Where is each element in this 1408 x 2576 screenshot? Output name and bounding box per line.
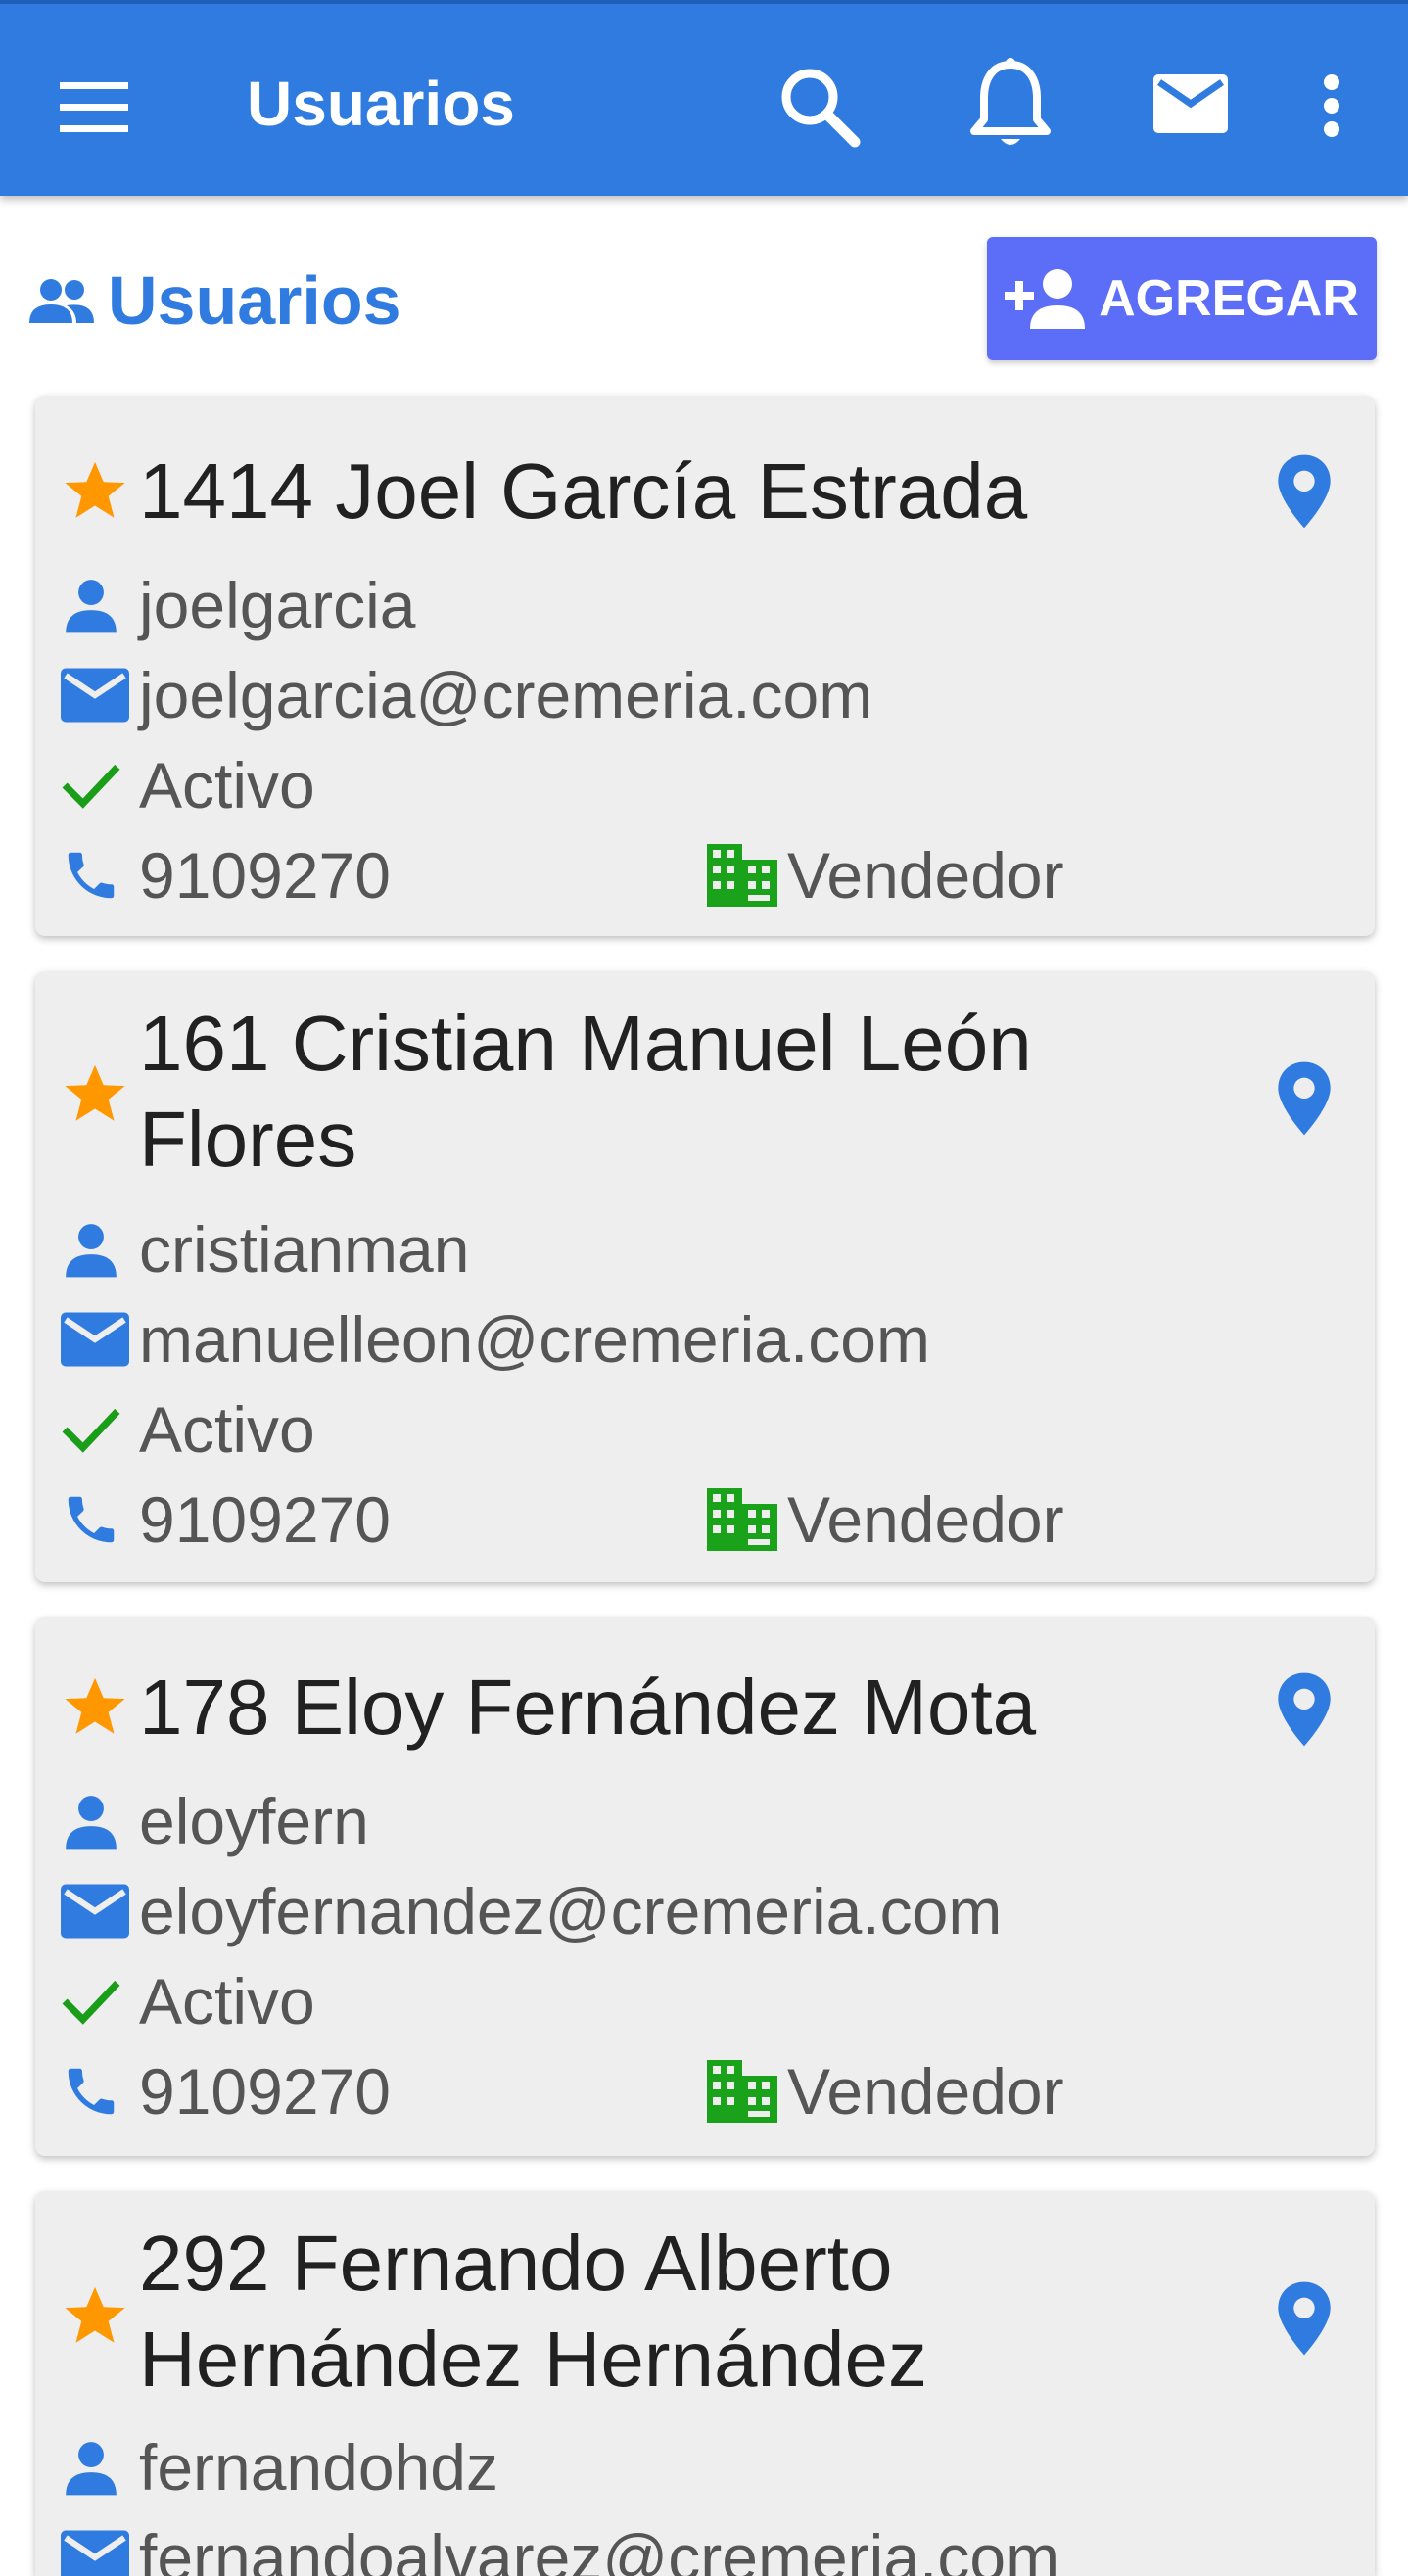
role-row: Vendedor — [707, 1475, 1064, 1565]
people-icon — [29, 266, 98, 335]
menu-icon[interactable] — [55, 69, 133, 147]
phone-row: 9109270 — [61, 830, 391, 920]
username: joelgarcia — [139, 569, 416, 641]
email: eloyfernandez@cremeria.com — [139, 1875, 1003, 1947]
location-pin-icon[interactable] — [1273, 1670, 1336, 1749]
status: Activo — [139, 1393, 315, 1466]
status: Activo — [139, 749, 315, 821]
appbar-title: Usuarios — [247, 69, 515, 139]
phone-row: 9109270 — [61, 1475, 391, 1565]
email: joelgarcia@cremeria.com — [139, 659, 873, 731]
location-pin-icon[interactable] — [1273, 1059, 1336, 1138]
person-icon — [61, 2428, 139, 2506]
person-icon — [61, 1210, 139, 1288]
email-row: fernandoalvarez@cremeria.com — [61, 2512, 1059, 2576]
email: manuelleon@cremeria.com — [139, 1303, 930, 1376]
add-user-button[interactable]: AGREGAR — [987, 237, 1377, 360]
person-add-icon — [1005, 258, 1087, 340]
status-row: Activo — [61, 1956, 315, 2046]
star-icon[interactable] — [61, 1059, 129, 1128]
phone-icon — [61, 2052, 139, 2131]
user-card[interactable]: 178 Eloy Fernández Mota eloyfern eloyfer… — [35, 1617, 1375, 2156]
search-icon[interactable] — [772, 59, 866, 153]
email-icon — [61, 1300, 139, 1379]
username-row: cristianman — [61, 1204, 469, 1294]
star-icon[interactable] — [61, 2281, 129, 2350]
building-icon — [707, 1480, 787, 1559]
section-title: Usuarios — [108, 262, 401, 339]
status: Activo — [139, 1965, 315, 2037]
phone: 9109270 — [139, 1483, 391, 1556]
role-row: Vendedor — [707, 2046, 1064, 2136]
user-name: 292 Fernando Alberto Hernández Hernández — [139, 2220, 927, 2403]
role: Vendedor — [787, 839, 1064, 912]
status-row: Activo — [61, 740, 315, 830]
phone-icon — [61, 836, 139, 914]
username-row: fernandohdz — [61, 2422, 498, 2512]
bell-icon[interactable] — [963, 55, 1057, 153]
username: eloyfern — [139, 1785, 369, 1857]
email-icon — [61, 1872, 139, 1950]
phone: 9109270 — [139, 839, 391, 912]
username: fernandohdz — [139, 2431, 498, 2504]
username-row: joelgarcia — [61, 560, 416, 650]
email-row: joelgarcia@cremeria.com — [61, 650, 872, 740]
phone-row: 9109270 — [61, 2046, 391, 2136]
email-icon — [61, 656, 139, 734]
email-icon — [61, 2518, 139, 2576]
email-row: manuelleon@cremeria.com — [61, 1294, 930, 1384]
role: Vendedor — [787, 1483, 1064, 1556]
status-row: Activo — [61, 1384, 315, 1475]
user-card[interactable]: 1414 Joel García Estrada joelgarcia joel… — [35, 396, 1375, 936]
section-header: Usuarios — [29, 257, 401, 345]
user-card[interactable]: 161 Cristian Manuel León Flores cristian… — [35, 971, 1375, 1582]
location-pin-icon[interactable] — [1273, 2279, 1336, 2358]
user-name: 178 Eloy Fernández Mota — [139, 1663, 1037, 1751]
check-icon — [61, 1962, 139, 2040]
person-icon — [61, 566, 139, 644]
username: cristianman — [139, 1213, 470, 1286]
email-row: eloyfernandez@cremeria.com — [61, 1866, 1002, 1956]
role-row: Vendedor — [707, 830, 1064, 920]
location-pin-icon[interactable] — [1273, 452, 1336, 531]
add-user-label: AGREGAR — [1099, 270, 1359, 327]
mail-icon[interactable] — [1151, 65, 1230, 143]
star-icon[interactable] — [61, 1672, 129, 1741]
phone: 9109270 — [139, 2055, 391, 2128]
check-icon — [61, 746, 139, 824]
user-card[interactable]: 292 Fernando Alberto Hernández Hernández… — [35, 2191, 1375, 2576]
check-icon — [61, 1390, 139, 1469]
app-bar: Usuarios — [0, 0, 1408, 196]
role: Vendedor — [787, 2055, 1064, 2128]
building-icon — [707, 836, 787, 914]
user-name: 161 Cristian Manuel León Flores — [139, 1000, 1032, 1183]
user-name: 1414 Joel García Estrada — [139, 447, 1028, 535]
person-icon — [61, 1782, 139, 1860]
email: fernandoalvarez@cremeria.com — [139, 2521, 1060, 2576]
star-icon[interactable] — [61, 456, 129, 525]
building-icon — [707, 2052, 787, 2131]
username-row: eloyfern — [61, 1776, 369, 1866]
phone-icon — [61, 1480, 139, 1559]
more-vert-icon[interactable] — [1308, 67, 1355, 145]
